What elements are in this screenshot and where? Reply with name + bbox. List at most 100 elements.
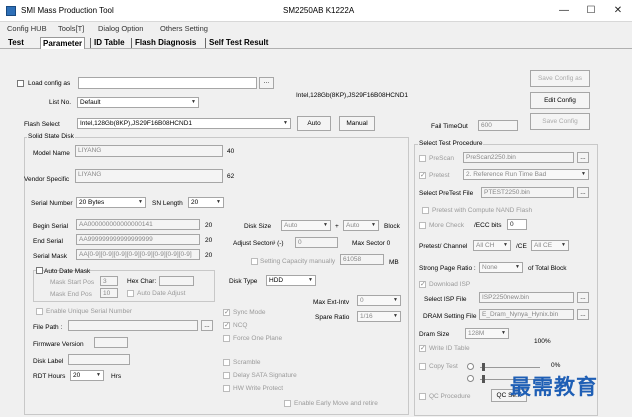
max-sector-label: Max Sector 0 bbox=[352, 240, 391, 247]
tab-parameter[interactable]: Parameter bbox=[40, 37, 86, 49]
flash-select[interactable]: Intel,128Gb(8KP),JS29F16B08HCND1 ▼ bbox=[77, 118, 291, 129]
write-id-table-checkbox[interactable] bbox=[419, 344, 426, 352]
dram-size-select[interactable]: 128M ▼ bbox=[465, 328, 509, 339]
file-path-browse-button[interactable]: ... bbox=[201, 320, 213, 331]
disk-size-select[interactable]: Auto ▼ bbox=[281, 220, 331, 231]
prescan-input[interactable]: PreScan2250.bin bbox=[463, 152, 574, 163]
prescan-browse-button[interactable]: ... bbox=[577, 152, 589, 163]
end-serial-input[interactable]: AA999999999999999999 bbox=[76, 234, 200, 245]
rdt-hours-select[interactable]: 20 ▼ bbox=[70, 370, 104, 381]
serial-number-label: Serial Number bbox=[31, 200, 73, 207]
auto-date-adjust-checkbox[interactable] bbox=[127, 290, 134, 297]
percent-label: 100% bbox=[534, 338, 551, 345]
begin-serial-label: Begin Serial bbox=[33, 223, 69, 230]
load-config-checkbox[interactable] bbox=[17, 80, 24, 87]
sn-length-select[interactable]: 20 ▼ bbox=[188, 197, 224, 208]
chevron-down-icon: ▼ bbox=[371, 222, 376, 228]
copy-test-radio-2[interactable] bbox=[467, 375, 474, 382]
disk-label-input[interactable] bbox=[68, 354, 130, 365]
pretest-nand-checkbox[interactable] bbox=[422, 207, 429, 214]
tab-separator bbox=[90, 38, 91, 48]
ecc-bits-label: /ECC bits bbox=[474, 222, 502, 229]
fail-timeout-input[interactable]: 600 bbox=[478, 120, 518, 131]
setting-capacity-checkbox[interactable] bbox=[251, 258, 258, 265]
save-config-button[interactable]: Save Config bbox=[530, 113, 590, 130]
select-pretest-input[interactable]: PTEST2250.bin bbox=[481, 187, 574, 198]
tab-flash-diagnosis[interactable]: Flash Diagnosis bbox=[133, 37, 198, 49]
tab-test[interactable]: Test bbox=[6, 37, 26, 49]
pretest-select[interactable]: 2. Reference Run Time Bad ▼ bbox=[463, 169, 589, 180]
copy-test-slider-1-thumb[interactable] bbox=[482, 363, 485, 371]
ce-select[interactable]: All CE ▼ bbox=[531, 240, 569, 251]
serial-number-select[interactable]: 20 Bytes ▼ bbox=[76, 197, 146, 208]
copy-test-percent: 0% bbox=[551, 362, 561, 369]
menu-others-setting[interactable]: Others Setting bbox=[160, 24, 208, 33]
test-procedure-group-label: Select Test Procedure bbox=[418, 140, 484, 147]
auto-button[interactable]: Auto bbox=[297, 116, 331, 131]
spare-ratio-select[interactable]: 1/16 ▼ bbox=[357, 311, 401, 322]
copy-test-slider-1[interactable] bbox=[480, 367, 540, 368]
select-isp-input[interactable]: ISP2250new.bin bbox=[479, 292, 574, 303]
manual-button[interactable]: Manual bbox=[339, 116, 375, 131]
file-path-label: File Path : bbox=[33, 324, 63, 331]
mask-start-pos-input[interactable]: 3 bbox=[100, 276, 118, 286]
load-config-browse-button[interactable]: ... bbox=[259, 77, 274, 89]
enable-unique-serial-checkbox[interactable] bbox=[36, 308, 43, 315]
download-isp-checkbox[interactable] bbox=[419, 280, 426, 288]
select-isp-browse-button[interactable]: ... bbox=[577, 292, 589, 303]
disk-size-label: Disk Size bbox=[244, 223, 272, 230]
copy-test-checkbox[interactable] bbox=[419, 363, 426, 370]
maximize-button[interactable]: ☐ bbox=[582, 3, 600, 18]
edit-config-button[interactable]: Edit Config bbox=[530, 92, 590, 109]
load-config-input[interactable] bbox=[78, 77, 257, 89]
menu-tools[interactable]: Tools[T] bbox=[58, 24, 84, 33]
disk-type-select[interactable]: HDD ▼ bbox=[266, 275, 316, 286]
file-path-input[interactable] bbox=[68, 320, 198, 331]
vendor-specific-input[interactable]: LIYANG bbox=[75, 169, 223, 183]
enable-early-move-checkbox[interactable] bbox=[284, 400, 291, 407]
ncq-checkbox[interactable] bbox=[223, 321, 230, 329]
menu-config-hub[interactable]: Config HUB bbox=[7, 24, 47, 33]
tab-self-test-result[interactable]: Self Test Result bbox=[207, 37, 270, 49]
copy-test-radio-1[interactable] bbox=[467, 363, 474, 370]
hw-write-protect-checkbox[interactable] bbox=[223, 385, 230, 392]
max-ext-intv-select[interactable]: 0 ▼ bbox=[357, 295, 401, 306]
mask-start-pos-label: Mask Start Pos bbox=[50, 279, 95, 286]
dram-setting-input[interactable]: E_Dram_Nynya_Hynix.bin bbox=[479, 309, 574, 320]
more-check-checkbox[interactable] bbox=[419, 222, 426, 229]
adjust-sector-input[interactable]: 0 bbox=[295, 237, 338, 248]
delay-sata-checkbox[interactable] bbox=[223, 372, 230, 379]
disk-size-select-2[interactable]: Auto ▼ bbox=[343, 220, 379, 231]
mb-label: MB bbox=[389, 259, 399, 266]
prescan-checkbox[interactable] bbox=[419, 155, 426, 162]
tab-id-table[interactable]: ID Table bbox=[92, 37, 127, 49]
chevron-down-icon: ▼ bbox=[138, 199, 143, 205]
list-no-select[interactable]: Default ▼ bbox=[77, 97, 199, 108]
menu-dialog-option[interactable]: Dialog Option bbox=[98, 24, 143, 33]
chevron-down-icon: ▼ bbox=[515, 264, 520, 270]
mask-end-pos-input[interactable]: 10 bbox=[100, 288, 118, 298]
minimize-button[interactable]: — bbox=[555, 3, 573, 18]
model-name-input[interactable]: LIYANG bbox=[75, 145, 223, 157]
copy-test-slider-2-thumb[interactable] bbox=[482, 375, 485, 383]
firmware-version-input[interactable] bbox=[94, 337, 128, 348]
dram-setting-browse-button[interactable]: ... bbox=[577, 309, 589, 320]
chevron-down-icon: ▼ bbox=[501, 330, 506, 336]
serial-mask-input[interactable]: AA[0-9][0-9][0-9][0-9][0-9][0-9][0-9][0-… bbox=[76, 249, 200, 260]
save-config-as-button[interactable]: Save Config as bbox=[530, 70, 590, 87]
select-pretest-browse-button[interactable]: ... bbox=[577, 187, 589, 198]
ecc-bits-input[interactable]: 0 bbox=[507, 219, 527, 230]
setting-capacity-input[interactable]: 61058 bbox=[340, 254, 384, 265]
hex-char-input[interactable] bbox=[159, 276, 194, 286]
auto-date-mask-checkbox[interactable] bbox=[36, 267, 43, 274]
sync-mode-checkbox[interactable] bbox=[223, 308, 230, 316]
pretest-checkbox[interactable] bbox=[419, 171, 426, 179]
close-button[interactable]: ✕ bbox=[609, 3, 627, 18]
begin-serial-input[interactable]: AA000000000000000141 bbox=[76, 219, 200, 230]
scramble-checkbox[interactable] bbox=[223, 359, 230, 366]
force-one-plane-checkbox[interactable] bbox=[223, 335, 230, 342]
chevron-down-icon: ▼ bbox=[96, 372, 101, 378]
channel-select[interactable]: All CH ▼ bbox=[473, 240, 511, 251]
qc-procedure-checkbox[interactable] bbox=[419, 393, 426, 400]
strong-page-select[interactable]: None ▼ bbox=[479, 262, 523, 273]
